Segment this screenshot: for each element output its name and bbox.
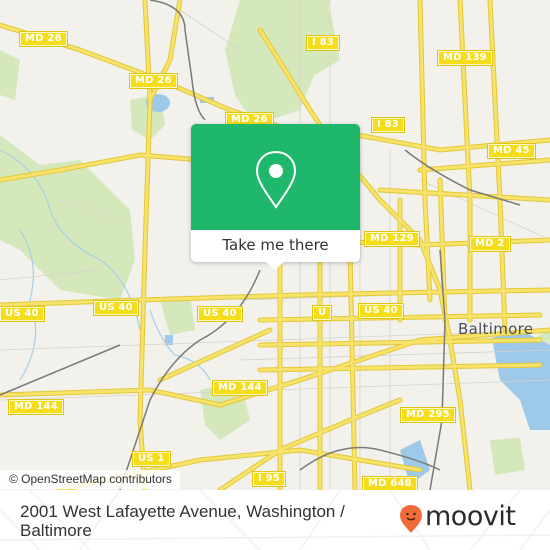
road-shield-us40-b: US 40 — [93, 300, 139, 316]
road-shield-md144-a: MD 144 — [8, 399, 64, 415]
road-shield-i83-a: I 83 — [306, 35, 340, 51]
moovit-logo[interactable]: moovit — [399, 501, 539, 534]
road-shield-md139: MD 139 — [437, 50, 493, 66]
location-pin-icon — [255, 150, 297, 209]
road-shield-md26-a: MD 26 — [19, 31, 68, 47]
map-attribution[interactable]: © OpenStreetMap contributors — [0, 470, 180, 489]
city-label: Baltimore — [458, 320, 534, 338]
address-text: 2001 West Lafayette Avenue, Washington /… — [20, 502, 345, 540]
take-me-there-button[interactable]: Take me there — [191, 230, 360, 262]
road-shield-us40-e: US 40 — [358, 303, 404, 319]
road-shield-md2: MD 2 — [469, 236, 511, 252]
road-shield-md648: MD 648 — [362, 476, 418, 490]
moovit-wordmark: moovit — [425, 501, 516, 532]
road-shield-i95: I 95 — [252, 471, 286, 487]
road-shield-us1: US 1 — [132, 451, 171, 467]
road-shield-md26-b: MD 26 — [129, 73, 178, 89]
road-shield-us40-a: US 40 — [0, 306, 45, 322]
road-shield-i83-b: I 83 — [371, 117, 405, 133]
road-shield-md45: MD 45 — [487, 143, 536, 159]
park-small-2 — [0, 50, 20, 100]
road-shield-md129: MD 129 — [364, 231, 420, 247]
popup-pointer — [265, 261, 285, 270]
location-popup[interactable]: Take me there — [191, 124, 360, 270]
footer: 2001 West Lafayette Avenue, Washington /… — [0, 490, 550, 550]
popup-header — [191, 124, 360, 230]
road-shield-us40-d: U — [311, 305, 333, 321]
map[interactable]: MD 26 MD 26 MD 26 I 83 I 83 MD 139 MD 45… — [0, 0, 550, 490]
moovit-pin-icon — [400, 505, 422, 533]
road-shield-md295: MD 295 — [400, 407, 456, 423]
road-shield-md144-b: MD 144 — [212, 380, 268, 396]
park-small-3 — [490, 438, 525, 475]
road-shield-us40-c: US 40 — [197, 306, 243, 322]
